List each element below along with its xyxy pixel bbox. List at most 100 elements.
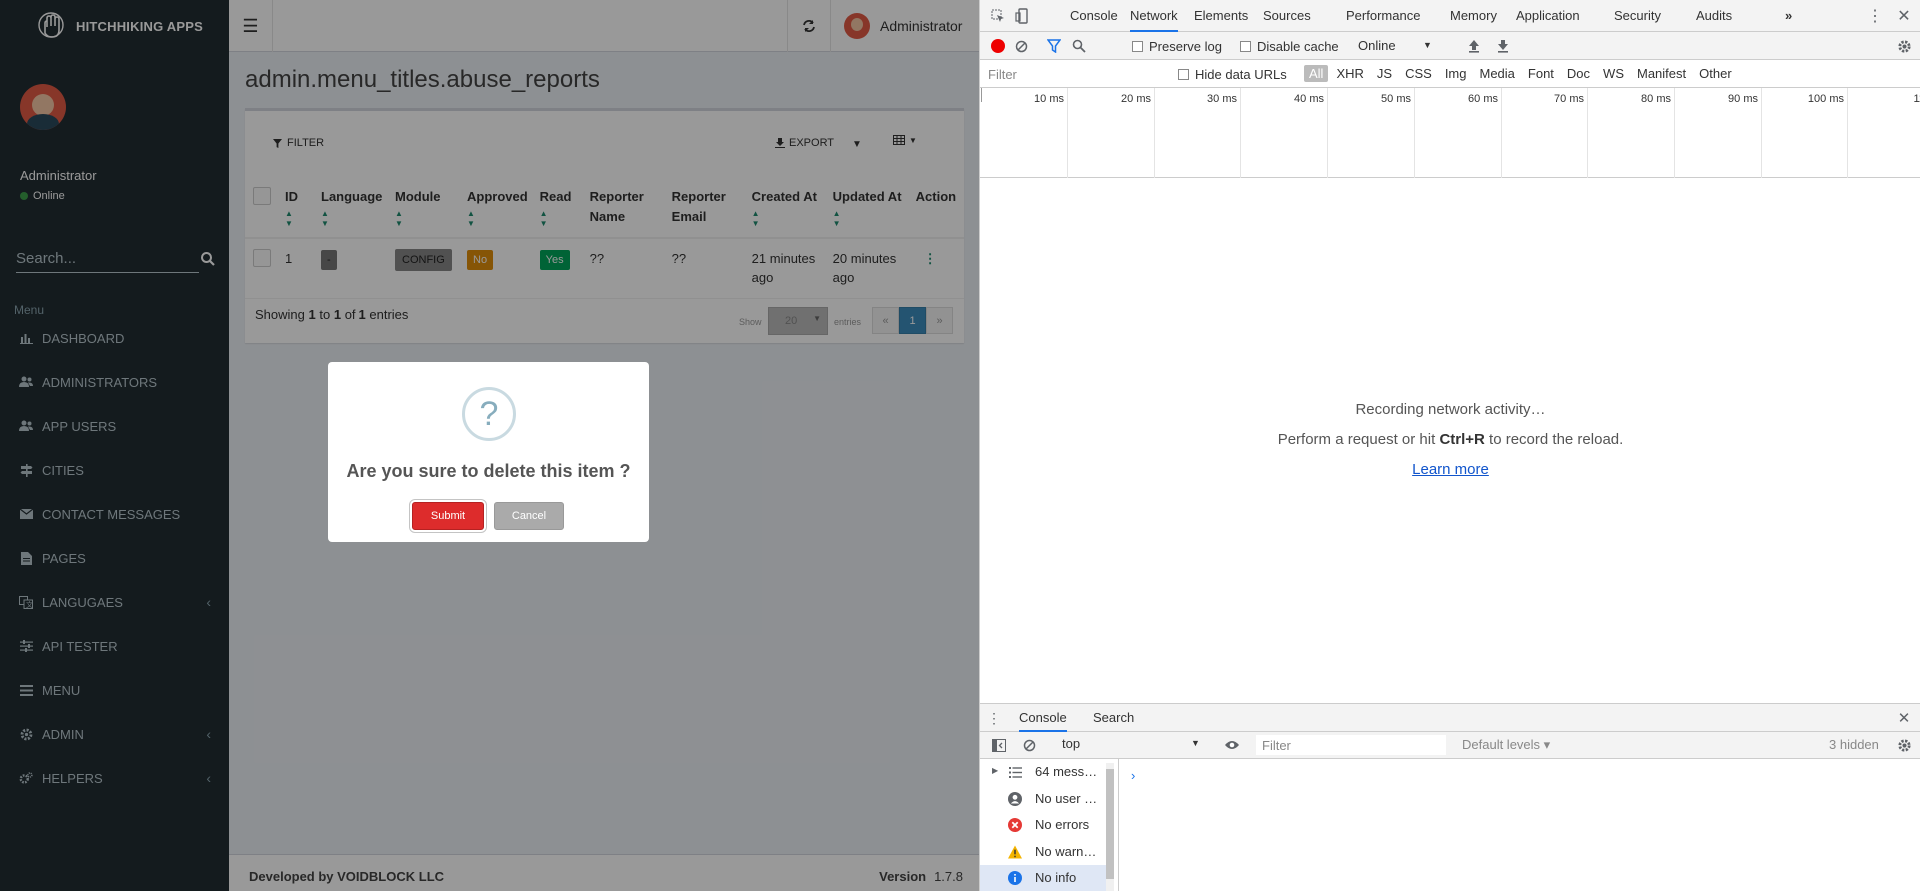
console-sidebar-item[interactable]: No info [980, 865, 1106, 891]
learn-more-wrap: Learn more [980, 461, 1920, 478]
console-filter-input[interactable] [1256, 735, 1446, 755]
tab-security[interactable]: Security [1614, 0, 1661, 32]
inspect-element-icon[interactable] [990, 8, 1006, 24]
info-icon [1008, 871, 1022, 885]
dialog-question: Are you sure to delete this item ? [346, 461, 631, 481]
search-icon[interactable] [1071, 38, 1087, 54]
device-toolbar-icon[interactable] [1014, 8, 1030, 24]
question-icon: ? [462, 387, 516, 441]
tab-sources[interactable]: Sources [1263, 0, 1311, 32]
timeline-gridline [1674, 88, 1675, 178]
console-sidebar: ▶ 64 mess… No user … No errors No warn… No in… [980, 759, 1119, 891]
network-timeline-overview[interactable]: 10 ms 20 ms 30 ms 40 ms 50 ms 60 ms 70 ms 80 ms… [980, 88, 1920, 178]
timeline-gridline [1501, 88, 1502, 178]
timeline-gridline [1847, 88, 1848, 178]
reload-hint: Perform a request or hit Ctrl+R to recor… [980, 431, 1920, 448]
timeline-tick-label: 100 ms [1807, 93, 1844, 105]
scrollbar[interactable] [1106, 763, 1114, 891]
timeline-tick-label: 20 ms [1121, 93, 1151, 105]
close-icon[interactable]: ✕ [1896, 8, 1912, 25]
throttling-value: Online [1358, 38, 1396, 53]
timeline-gridline [1327, 88, 1328, 178]
filter-type-font[interactable]: Font [1523, 65, 1559, 82]
network-filter-input[interactable] [984, 64, 1164, 84]
console-sidebar-item[interactable]: No errors [980, 812, 1106, 838]
filter-type-js[interactable]: JS [1372, 65, 1397, 82]
timeline-gridline [1240, 88, 1241, 178]
submit-button[interactable]: Submit [412, 502, 484, 530]
hint-text: to record the reload. [1489, 431, 1624, 448]
console-sidebar-item[interactable]: ▶ 64 mess… [980, 759, 1106, 785]
filter-funnel-icon[interactable] [1046, 38, 1062, 54]
drawer-tab-console[interactable]: Console [1019, 704, 1067, 732]
timeline-tick-label: 110 [1913, 93, 1920, 105]
console-sidebar-label: 64 mess… [1035, 764, 1098, 779]
console-toolbar: top ▼ Default levels ▾ 3 hidden [980, 732, 1920, 759]
timeline-tick-label: 90 ms [1728, 93, 1758, 105]
tab-memory[interactable]: Memory [1450, 0, 1497, 32]
console-sidebar-label: No warn… [1035, 843, 1097, 859]
console-prompt[interactable]: › [1131, 768, 1135, 783]
tab-performance[interactable]: Performance [1346, 0, 1420, 32]
drawer-menu-icon[interactable]: ⋮ [987, 710, 1001, 726]
filter-type-doc[interactable]: Doc [1562, 65, 1595, 82]
filter-type-other[interactable]: Other [1694, 65, 1737, 82]
tab-audits[interactable]: Audits [1696, 0, 1732, 32]
tab-application[interactable]: Application [1516, 0, 1580, 32]
timeline-gridline [1067, 88, 1068, 178]
network-filter-bar: Hide data URLs AllXHRJSCSSImgMediaFontDo… [980, 60, 1920, 88]
record-icon[interactable] [991, 39, 1005, 53]
tab-network[interactable]: Network [1130, 0, 1178, 32]
filter-type-manifest[interactable]: Manifest [1632, 65, 1691, 82]
log-levels-select[interactable]: Default levels ▾ [1462, 737, 1550, 753]
filter-type-all[interactable]: All [1304, 65, 1329, 82]
gear-icon[interactable] [1896, 737, 1912, 753]
expand-arrow-icon[interactable]: ▶ [992, 766, 998, 775]
filter-type-ws[interactable]: WS [1598, 65, 1629, 82]
tab-console[interactable]: Console [1070, 0, 1118, 32]
sidebar-toggle-icon[interactable] [991, 737, 1007, 753]
disable-cache-checkbox[interactable]: Disable cache [1240, 39, 1339, 54]
console-drawer: ⋮ Console Search ✕ top ▼ Default levels … [980, 703, 1920, 891]
close-icon[interactable]: ✕ [1896, 710, 1912, 727]
kebab-menu-icon[interactable]: ⋮ [1867, 8, 1883, 25]
tab-elements[interactable]: Elements [1194, 0, 1248, 32]
user-circle-icon [1008, 791, 1022, 806]
timeline-tick-label: 60 ms [1468, 93, 1498, 105]
clear-icon[interactable] [1013, 38, 1029, 54]
drawer-tab-search[interactable]: Search [1093, 704, 1134, 732]
console-sidebar-label: No info [1035, 870, 1077, 885]
checkbox-label: Preserve log [1149, 39, 1222, 54]
clear-console-icon[interactable] [1021, 737, 1037, 753]
timeline-gridline [1154, 88, 1155, 178]
context-select[interactable]: top [1062, 736, 1212, 754]
filter-type-img[interactable]: Img [1440, 65, 1472, 82]
console-sidebar-item[interactable]: No warn… [980, 839, 1106, 865]
checkbox-box [1132, 41, 1143, 52]
timeline-tick-label: 70 ms [1554, 93, 1584, 105]
drawer-tab-bar: ⋮ Console Search ✕ [980, 704, 1920, 732]
preserve-log-checkbox[interactable]: Preserve log [1132, 39, 1222, 54]
hide-data-urls-checkbox[interactable]: Hide data URLs [1178, 67, 1287, 82]
context-value: top [1062, 736, 1081, 751]
timeline-gridline [1414, 88, 1415, 178]
error-icon [1008, 818, 1022, 832]
devtools-panel: Console Network Elements Sources Performance… [979, 0, 1920, 891]
learn-more-link[interactable]: Learn more [1412, 461, 1489, 478]
eye-icon[interactable] [1223, 737, 1241, 753]
gear-icon[interactable] [1896, 38, 1912, 54]
cancel-button[interactable]: Cancel [494, 502, 564, 530]
filter-type-media[interactable]: Media [1474, 65, 1519, 82]
timeline-tick-label: 80 ms [1641, 93, 1671, 105]
export-har-icon[interactable] [1495, 38, 1511, 54]
devtools-tab-bar: Console Network Elements Sources Performance… [980, 0, 1920, 32]
console-sidebar-item[interactable]: No user … [980, 786, 1106, 812]
timeline-tick-label: 40 ms [1294, 93, 1324, 105]
filter-type-xhr[interactable]: XHR [1331, 65, 1368, 82]
confirm-delete-dialog: ? Are you sure to delete this item ? Sub… [328, 362, 649, 542]
more-tabs-button[interactable]: » [1785, 0, 1792, 32]
checkbox-label: Hide data URLs [1195, 67, 1287, 82]
import-har-icon[interactable] [1466, 38, 1482, 54]
console-sidebar-label: No errors [1035, 817, 1090, 832]
filter-type-css[interactable]: CSS [1400, 65, 1437, 82]
